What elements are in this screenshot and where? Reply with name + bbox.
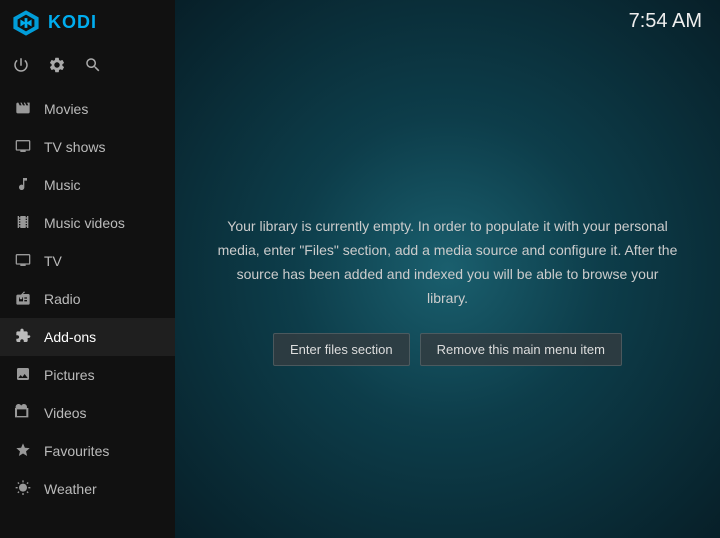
add-ons-icon xyxy=(12,328,34,347)
sidebar-item-pictures[interactable]: Pictures xyxy=(0,356,175,394)
sidebar: KODI Movies xyxy=(0,0,175,538)
enter-files-button[interactable]: Enter files section xyxy=(273,333,410,366)
favourites-icon xyxy=(12,442,34,461)
sidebar-item-tv-shows[interactable]: TV shows xyxy=(0,128,175,166)
sidebar-item-movies[interactable]: Movies xyxy=(0,90,175,128)
tv-shows-icon xyxy=(12,138,34,157)
sidebar-item-music-videos-label: Music videos xyxy=(44,215,125,231)
app-title: KODI xyxy=(48,12,97,33)
empty-library-message: Your library is currently empty. In orde… xyxy=(215,215,680,310)
sidebar-item-tv[interactable]: TV xyxy=(0,242,175,280)
remove-menu-item-button[interactable]: Remove this main menu item xyxy=(420,333,622,366)
sidebar-item-add-ons[interactable]: Add-ons xyxy=(0,318,175,356)
sidebar-item-tv-shows-label: TV shows xyxy=(44,139,105,155)
sidebar-item-add-ons-label: Add-ons xyxy=(44,329,96,345)
sidebar-item-weather[interactable]: Weather xyxy=(0,470,175,508)
search-icon[interactable] xyxy=(84,56,102,79)
sidebar-item-favourites-label: Favourites xyxy=(44,443,109,459)
videos-icon xyxy=(12,404,34,423)
weather-icon xyxy=(12,480,34,499)
music-videos-icon xyxy=(12,214,34,233)
action-buttons: Enter files section Remove this main men… xyxy=(273,333,622,366)
sidebar-item-music-videos[interactable]: Music videos xyxy=(0,204,175,242)
sidebar-header: KODI xyxy=(0,0,175,45)
sidebar-item-radio-label: Radio xyxy=(44,291,81,307)
sidebar-item-music[interactable]: Music xyxy=(0,166,175,204)
sidebar-item-weather-label: Weather xyxy=(44,481,97,497)
kodi-logo-icon xyxy=(12,9,40,37)
sidebar-item-pictures-label: Pictures xyxy=(44,367,95,383)
pictures-icon xyxy=(12,366,34,385)
sidebar-utility-icons xyxy=(0,45,175,90)
power-icon[interactable] xyxy=(12,56,30,79)
sidebar-item-favourites[interactable]: Favourites xyxy=(0,432,175,470)
top-bar: 7:54 AM xyxy=(175,0,720,43)
settings-icon[interactable] xyxy=(48,56,66,79)
movies-icon xyxy=(12,100,34,119)
sidebar-item-videos[interactable]: Videos xyxy=(0,394,175,432)
sidebar-item-videos-label: Videos xyxy=(44,405,87,421)
sidebar-item-movies-label: Movies xyxy=(44,101,88,117)
music-icon xyxy=(12,176,34,195)
main-content: 7:54 AM Your library is currently empty.… xyxy=(175,0,720,538)
sidebar-item-music-label: Music xyxy=(44,177,81,193)
content-area: Your library is currently empty. In orde… xyxy=(175,43,720,538)
sidebar-nav: Movies TV shows Music Music videos TV xyxy=(0,90,175,538)
clock-display: 7:54 AM xyxy=(629,10,702,33)
radio-icon xyxy=(12,290,34,309)
tv-icon xyxy=(12,252,34,271)
sidebar-item-tv-label: TV xyxy=(44,253,62,269)
sidebar-item-radio[interactable]: Radio xyxy=(0,280,175,318)
